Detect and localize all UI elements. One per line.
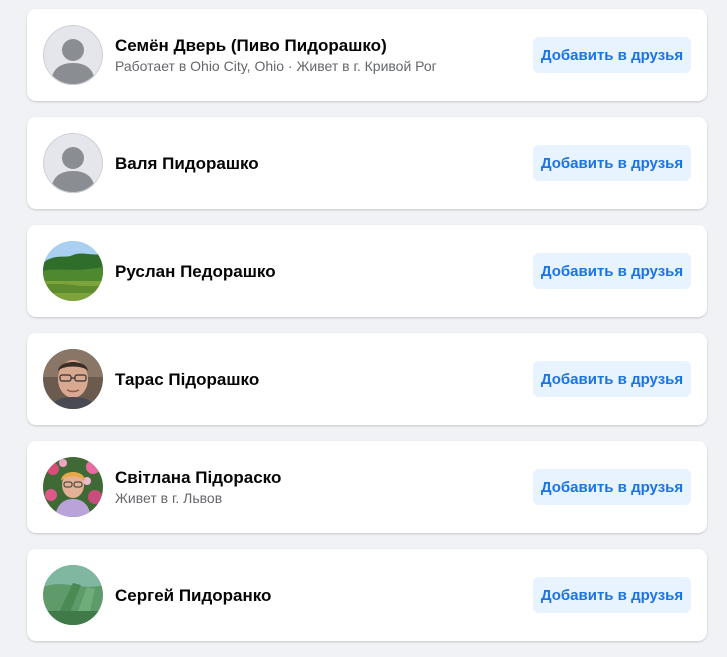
person-info: Тарас Підорашко bbox=[115, 333, 259, 425]
add-friend-button[interactable]: Добавить в друзья bbox=[533, 253, 691, 289]
add-friend-button[interactable]: Добавить в друзья bbox=[533, 361, 691, 397]
add-friend-button[interactable]: Добавить в друзья bbox=[533, 469, 691, 505]
person-name[interactable]: Руслан Педорашко bbox=[115, 261, 276, 282]
person-info: Руслан Педорашко bbox=[115, 225, 276, 317]
person-name[interactable]: Сергей Пидоранко bbox=[115, 585, 271, 606]
person-card: Руслан Педорашко Добавить в друзья bbox=[27, 225, 707, 317]
person-name[interactable]: Світлана Підораско bbox=[115, 467, 281, 488]
person-name[interactable]: Тарас Підорашко bbox=[115, 369, 259, 390]
add-friend-button[interactable]: Добавить в друзья bbox=[533, 145, 691, 181]
default-avatar-icon[interactable] bbox=[43, 133, 103, 193]
green-field-photo[interactable] bbox=[43, 565, 103, 625]
person-subtitle: Работает в Ohio City, Ohio · Живет в г. … bbox=[115, 58, 437, 74]
default-avatar-icon[interactable] bbox=[43, 25, 103, 85]
person-card: Валя Пидорашко Добавить в друзья bbox=[27, 117, 707, 209]
woman-with-flowers-photo[interactable] bbox=[43, 457, 103, 517]
person-info: Семён Дверь (Пиво Пидорашко) Работает в … bbox=[115, 9, 437, 101]
person-info: Валя Пидорашко bbox=[115, 117, 259, 209]
person-name[interactable]: Семён Дверь (Пиво Пидорашко) bbox=[115, 35, 437, 56]
person-card: Тарас Підорашко Добавить в друзья bbox=[27, 333, 707, 425]
people-suggestion-list: Семён Дверь (Пиво Пидорашко) Работает в … bbox=[27, 9, 707, 657]
person-name[interactable]: Валя Пидорашко bbox=[115, 153, 259, 174]
add-friend-button[interactable]: Добавить в друзья bbox=[533, 577, 691, 613]
man-portrait-photo[interactable] bbox=[43, 349, 103, 409]
person-subtitle: Живет в г. Львов bbox=[115, 490, 223, 506]
person-card: Світлана Підораско Живет в г. Львов Доба… bbox=[27, 441, 707, 533]
person-info: Світлана Підораско Живет в г. Львов bbox=[115, 441, 281, 533]
landscape-photo[interactable] bbox=[43, 241, 103, 301]
add-friend-button[interactable]: Добавить в друзья bbox=[533, 37, 691, 73]
person-card: Семён Дверь (Пиво Пидорашко) Работает в … bbox=[27, 9, 707, 101]
person-card: Сергей Пидоранко Добавить в друзья bbox=[27, 549, 707, 641]
person-info: Сергей Пидоранко bbox=[115, 549, 271, 641]
